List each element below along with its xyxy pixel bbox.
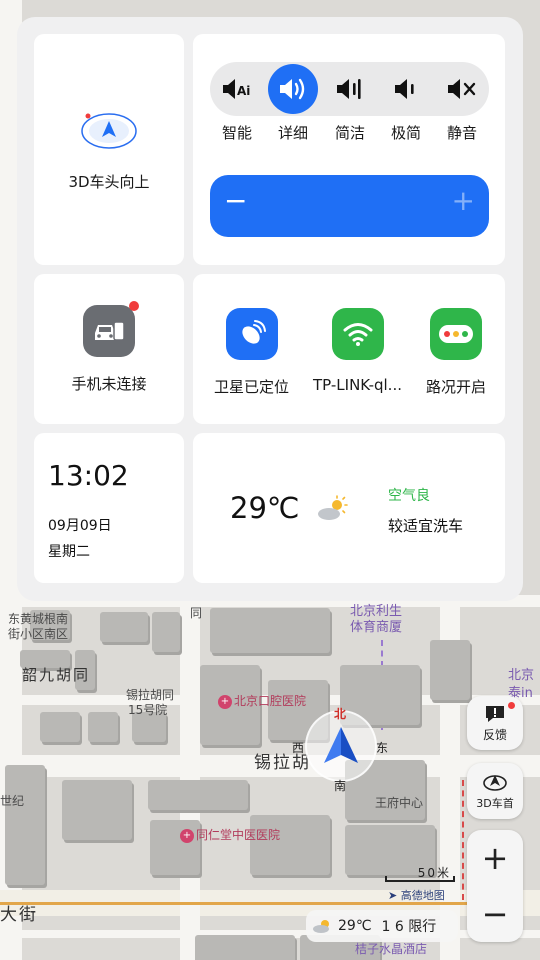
volume-slider[interactable]: − + — [210, 175, 489, 237]
zoom-control: + − — [467, 830, 523, 942]
car-wash-advice: 较适宜洗车 — [388, 517, 464, 535]
voice-option-label: 静音 — [446, 124, 477, 142]
voice-option-label: 详细 — [277, 124, 308, 142]
notification-dot — [508, 702, 515, 709]
poi-tcm-hospital[interactable]: + 同仁堂中医医院 — [180, 826, 280, 843]
notification-dot — [129, 300, 139, 311]
map-label: 15号院 — [128, 703, 168, 717]
feedback-button[interactable]: 反馈 — [467, 696, 523, 750]
speaker-medium-icon — [337, 79, 361, 99]
car-heading-icon — [483, 774, 507, 791]
zoom-out-button[interactable]: − — [482, 898, 509, 930]
hospital-icon: + — [218, 694, 232, 709]
phone-car-icon — [83, 300, 139, 357]
speaker-low-icon — [395, 79, 414, 99]
traffic-icon — [430, 308, 482, 360]
compass-south: 南 — [334, 779, 347, 793]
compass-east: 东 — [376, 741, 389, 755]
satellite-toggle[interactable]: 卫星已定位 — [203, 308, 300, 397]
navigation-arrow-icon — [324, 727, 358, 763]
map-label: 王府中心 — [375, 796, 424, 810]
amap-logo: ➤ 高德地图 — [388, 889, 445, 902]
car-position-marker: 北 南 西 东 — [292, 705, 388, 793]
air-quality-label: 空气良 — [388, 488, 430, 504]
feedback-icon — [486, 705, 504, 722]
voice-broadcast-card: Ai 智能 详细 简洁 极简 静音 − + — [193, 34, 505, 265]
cloudy-sun-icon — [318, 495, 348, 520]
view-3d-heading-button[interactable]: 3D车首 — [467, 763, 523, 819]
voice-mute-button[interactable] — [437, 64, 487, 114]
voice-option-label: 极简 — [390, 124, 421, 142]
speaker-mute-icon — [448, 79, 476, 99]
street-label: 大街 — [0, 905, 38, 925]
map-label: 世纪 — [0, 794, 25, 808]
traffic-toggle[interactable]: 路况开启 — [413, 308, 499, 397]
amap-arrow-icon: ➤ — [388, 889, 398, 902]
cloudy-sun-icon — [313, 920, 329, 933]
poi-dental-hospital[interactable]: + 北京口腔医院 — [218, 692, 306, 709]
status-toggles-card: 卫星已定位 TP-LINK-ql... 路况开启 — [193, 274, 505, 424]
voice-option-label: 简洁 — [334, 124, 365, 142]
voice-option-label: 智能 — [221, 124, 252, 142]
wifi-toggle[interactable]: TP-LINK-ql... — [305, 308, 410, 394]
clock-weekday: 星期二 — [48, 544, 90, 560]
heading-up-icon — [81, 113, 137, 149]
voice-concise-button[interactable] — [325, 64, 375, 114]
map-label: 桔子水晶酒店 — [355, 942, 428, 956]
scale-bar: 50米 — [385, 866, 455, 882]
volume-up-button[interactable]: + — [452, 187, 475, 215]
zoom-in-button[interactable]: + — [482, 842, 509, 874]
clock-time: 13:02 — [48, 459, 129, 492]
bottom-status-bar[interactable]: 29℃ 1 6 限行 — [306, 910, 458, 942]
map-label: 同 — [190, 606, 203, 620]
street-label: 韶九胡同 — [22, 666, 91, 684]
voice-detailed-button[interactable] — [268, 64, 318, 114]
voice-smart-button[interactable]: Ai — [212, 64, 262, 114]
speaker-full-icon — [280, 78, 305, 100]
weather-card[interactable]: 29℃ 空气良 较适宜洗车 — [193, 433, 505, 583]
map-label: 体育商厦 — [350, 620, 403, 635]
compass-north: 北 — [334, 707, 347, 721]
car-heading-label: 3D车头向上 — [68, 173, 150, 191]
speaker-ai-icon: Ai — [223, 79, 250, 99]
volume-down-button[interactable]: − — [224, 187, 247, 215]
voice-minimal-button[interactable] — [381, 64, 431, 114]
clock-card: 13:02 09月09日 星期二 — [34, 433, 184, 583]
satellite-icon — [225, 308, 278, 360]
phone-connection-card[interactable]: 手机未连接 — [34, 274, 184, 424]
map-label: 北京 — [508, 668, 535, 683]
map-label: 街小区南区 — [8, 627, 69, 641]
clock-date: 09月09日 — [48, 518, 112, 534]
compass-west: 西 — [292, 741, 305, 755]
car-heading-mode-card[interactable]: 3D车头向上 — [34, 34, 184, 265]
quick-settings-panel: 3D车头向上 Ai 智能 详细 简洁 极简 静音 − + 手机未连接 卫星已定位… — [17, 17, 523, 601]
hospital-icon: + — [180, 828, 194, 843]
weather-temperature: 29℃ — [230, 491, 300, 525]
phone-status-label: 手机未连接 — [71, 374, 147, 393]
wifi-icon — [331, 308, 384, 360]
svg-text:Ai: Ai — [237, 84, 250, 98]
